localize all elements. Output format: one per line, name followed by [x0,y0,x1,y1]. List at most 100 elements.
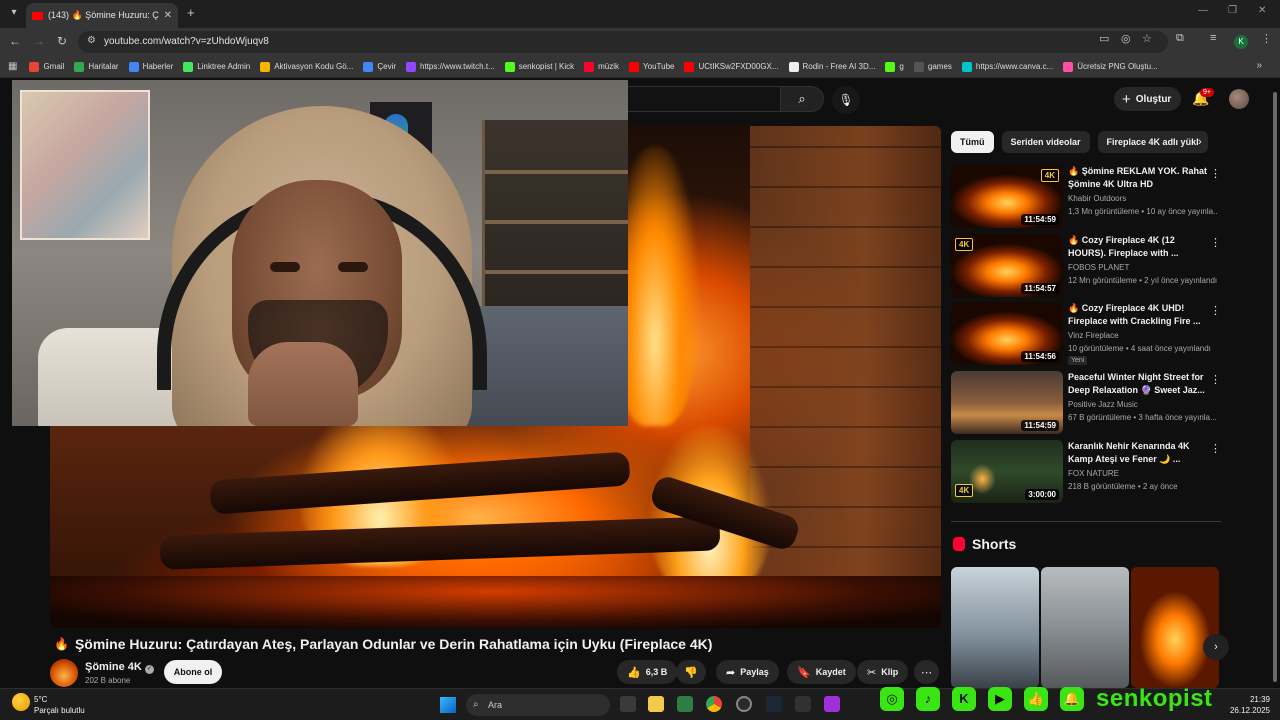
clip-button[interactable]: ✂ Klip [857,660,909,684]
recommendation-channel[interactable]: Khabir Outdoors [1068,194,1126,203]
taskbar-search[interactable]: ⌕ Ara [466,694,610,716]
recommendation-title[interactable]: 🔥 Cozy Fireplace 4K (12 HOURS). Fireplac… [1068,234,1208,260]
filter-chip[interactable]: Seriden videolar [1001,131,1090,153]
video-thumbnail[interactable]: 4K 11:54:59 [951,165,1063,228]
bookmark-item[interactable]: Linktree Admin [183,61,250,72]
search-icon: ⌕ [473,699,479,710]
short-thumbnail[interactable] [1041,567,1129,688]
video-thumbnail[interactable]: 11:54:59 [951,371,1063,434]
share-arrow-icon: ➦ [726,666,736,679]
filter-chip[interactable]: Tümü [951,131,994,153]
recommendation-item[interactable]: 11:54:56 🔥 Cozy Fireplace 4K UHD! Firepla… [951,302,1221,366]
reload-icon[interactable]: ↻ [57,34,67,48]
bookmark-item[interactable]: müzik [584,61,619,72]
recommendation-title[interactable]: 🔥 Şömine REKLAM YOK. Rahat Şömine 4K Ult… [1068,165,1208,191]
task-view-icon[interactable] [620,696,636,712]
bookmark-item[interactable]: UCtIKSw2FXD00GX... [684,61,779,72]
bookmark-star-icon[interactable]: ☆ [1142,32,1152,45]
tab-search-button[interactable]: ▾ [6,5,22,21]
profile-avatar[interactable]: K [1234,35,1248,49]
bookmark-item[interactable]: senkopist | Kick [504,61,574,72]
eye-off-icon[interactable]: ◎ [1121,32,1131,45]
microphone-icon[interactable]: 🎙 [832,86,860,114]
recommendation-channel[interactable]: FOX NATURE [1068,469,1119,478]
weather-icon[interactable] [12,693,30,711]
short-thumbnail[interactable] [951,567,1039,688]
more-bookmarks-icon[interactable]: » [1256,60,1262,71]
search-icon[interactable]: ⌕ [780,86,824,112]
video-thumbnail[interactable]: 4K 11:54:57 [951,234,1063,297]
file-explorer-icon[interactable] [648,696,664,712]
more-actions-button[interactable]: ⋯ [914,660,939,684]
recommendation-item[interactable]: 4K 11:54:57 🔥 Cozy Fireplace 4K (12 HOURS)… [951,234,1221,298]
recommendation-title[interactable]: Karanlık Nehir Kenarında 4K Kamp Ateşi v… [1068,440,1208,466]
save-button[interactable]: 🔖 Kaydet [787,660,856,684]
epic-games-icon[interactable] [795,696,811,712]
more-vertical-icon[interactable]: ⋮ [1210,236,1221,249]
steam-icon[interactable] [766,696,782,712]
store-icon[interactable] [677,696,693,712]
more-vertical-icon[interactable]: ⋮ [1210,167,1221,180]
channel-avatar[interactable] [50,659,78,687]
more-vertical-icon[interactable]: ⋮ [1210,442,1221,455]
recommendation-title[interactable]: 🔥 Cozy Fireplace 4K UHD! Fireplace with … [1068,302,1208,328]
bookmark-item[interactable]: https://www.canva.c... [961,61,1053,72]
obs-icon[interactable] [736,696,752,712]
bookmark-item[interactable]: Aktivasyon Kodu Gö... [260,61,353,72]
chevron-right-icon[interactable]: › [1198,136,1202,148]
short-thumbnail[interactable] [1131,567,1219,688]
minimize-button[interactable]: — [1198,5,1208,16]
page-scrollbar[interactable] [1272,92,1278,682]
close-tab-icon[interactable]: ✕ [164,10,172,21]
start-button[interactable] [440,697,456,713]
apps-grid-icon[interactable]: ▦ [8,61,17,72]
channel-name[interactable]: Şömine 4K ✓ [85,661,154,674]
dislike-button[interactable]: 👎 [676,660,706,684]
shorts-next-icon[interactable]: › [1203,634,1229,660]
bookmark-item[interactable]: https://www.twitch.t... [406,61,495,72]
browser-tab-active[interactable]: (143) 🔥 Şömine Huzuru: Çatırdayan Ateş ✕ [26,3,178,28]
restore-button[interactable]: ❐ [1228,5,1237,16]
create-button[interactable]: + Oluştur [1114,87,1182,111]
bookmark-item[interactable]: games [913,61,952,72]
kebab-menu-icon[interactable]: ⋮ [1261,32,1272,45]
recommendation-channel[interactable]: FOBOS PLANET [1068,263,1129,272]
close-window-button[interactable]: ✕ [1258,5,1266,16]
forward-arrow-icon[interactable]: → [33,34,45,48]
bookmark-item[interactable]: Haritalar [74,61,119,72]
bookmark-item[interactable]: Ücretsiz PNG Oluştu... [1063,61,1158,72]
subscribe-button[interactable]: Abone ol [164,660,222,684]
bookmark-item[interactable]: Haberler [128,61,173,72]
bookmark-item[interactable]: Gmail [29,61,64,72]
shorts-heading: Shorts [953,536,1016,552]
more-vertical-icon[interactable]: ⋮ [1210,373,1221,386]
address-bar[interactable]: ⚙ youtube.com/watch?v=zUhdoWjuqv8 [78,31,1168,53]
recommendation-channel[interactable]: Vinz Fireplace [1068,331,1119,340]
filter-chip[interactable]: Fireplace 4K adlı yükl [1097,131,1208,153]
video-thumbnail[interactable]: 11:54:56 [951,302,1063,365]
extensions-icon[interactable]: ⧉ [1176,32,1184,45]
like-button[interactable]: 👍 6,3 B [617,660,678,684]
video-thumbnail[interactable]: 4K 3:00:00 [951,440,1063,503]
back-arrow-icon[interactable]: ← [9,34,21,48]
bookmark-item[interactable]: Çevir [363,61,396,72]
cast-icon[interactable]: ▭ [1099,32,1109,45]
recommendation-item[interactable]: 11:54:59 Peaceful Winter Night Street for… [951,371,1221,435]
account-avatar[interactable] [1229,89,1249,109]
new-tab-button[interactable]: + [187,5,195,20]
share-button[interactable]: ➦ Paylaş [716,660,779,684]
video-duration: 11:54:56 [1021,351,1059,362]
recommendation-item[interactable]: 4K 11:54:59 🔥 Şömine REKLAM YOK. Rahat Şöm… [951,165,1221,229]
chrome-icon[interactable] [706,696,722,712]
site-info-icon[interactable]: ⚙ [87,35,96,46]
recommendation-item[interactable]: 4K 3:00:00 Karanlık Nehir Kenarında 4K Kam… [951,440,1221,504]
scrollbar-thumb[interactable] [1273,92,1277,682]
bookmark-item[interactable]: YouTube [629,61,674,72]
recommendation-channel[interactable]: Positive Jazz Music [1068,400,1138,409]
more-vertical-icon[interactable]: ⋮ [1210,304,1221,317]
twitch-icon[interactable] [824,696,840,712]
reading-list-icon[interactable]: ≡ [1210,32,1216,44]
recommendation-title[interactable]: Peaceful Winter Night Street for Deep Re… [1068,371,1208,397]
bookmark-item[interactable]: g [885,61,904,72]
bookmark-item[interactable]: Rodin - Free AI 3D... [788,61,875,72]
